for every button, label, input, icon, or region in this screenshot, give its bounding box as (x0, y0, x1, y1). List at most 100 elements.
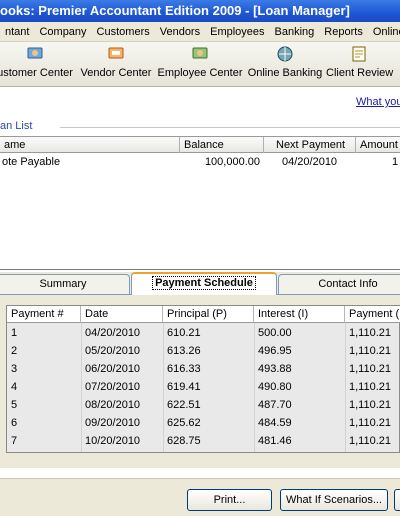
col-interest-header[interactable]: Interest (I) (254, 306, 345, 323)
payment-interest: 484.59 (258, 417, 292, 429)
payment-num: 1 (11, 327, 18, 339)
schedule-row[interactable]: 7 10/20/2010 628.75 481.46 1,110.21 (7, 432, 400, 450)
payment-total: 1,110.21 (349, 399, 392, 411)
payment-principal: 619.41 (167, 381, 201, 393)
payment-date: 04/20/2010 (85, 327, 141, 339)
tab-contact-info[interactable]: Contact Info (278, 274, 400, 294)
tab-strip: Summary Payment Schedule Contact Info (0, 272, 400, 295)
partial-button[interactable] (394, 489, 400, 511)
loan-list-title: an List (0, 120, 37, 132)
payment-interest: 487.70 (258, 399, 292, 411)
payment-principal: 628.75 (167, 435, 201, 447)
loan-list-divider (60, 127, 400, 128)
col-amount-header[interactable]: Amount (356, 137, 400, 153)
menu-bar: ntant Company Customers Vendors Employees Ban… (0, 22, 400, 42)
schedule-row[interactable]: 2 05/20/2010 613.26 496.95 1,110.21 (7, 342, 400, 360)
menu-company[interactable]: Company (34, 22, 91, 41)
col-principal-header[interactable]: Principal (P) (163, 306, 254, 323)
tab-summary-label: Summary (39, 278, 87, 290)
schedule-row[interactable]: 3 06/20/2010 616.33 493.88 1,110.21 (7, 360, 400, 378)
tab-payment-schedule-label: Payment Schedule (152, 276, 256, 290)
payment-num: 4 (11, 381, 18, 393)
payment-date: 08/20/2010 (85, 399, 141, 411)
online-banking-icon (277, 46, 293, 62)
schedule-row[interactable]: 4 07/20/2010 619.41 490.80 1,110.21 (7, 378, 400, 396)
loan-name: ote Payable (2, 156, 61, 168)
menu-employees[interactable]: Employees (205, 22, 269, 41)
col-date-header[interactable]: Date (81, 306, 163, 323)
loan-balance: 100,000.00 (204, 156, 260, 168)
payment-total: 1,110.21 (349, 327, 392, 339)
menu-reports[interactable]: Reports (319, 22, 368, 41)
payment-interest: 496.95 (258, 345, 292, 357)
payment-date: 09/20/2010 (85, 417, 141, 429)
customer-center-button[interactable]: ustomer Center (0, 45, 76, 85)
payment-principal: 613.26 (167, 345, 201, 357)
vendor-center-label: Vendor Center (80, 67, 152, 79)
menu-online-services[interactable]: Online Ser (368, 22, 400, 41)
window-title: ooks: Premier Accountant Edition 2009 - … (0, 3, 350, 18)
window-title-bar[interactable]: ooks: Premier Accountant Edition 2009 - … (0, 0, 400, 22)
employee-center-icon (192, 47, 208, 59)
payment-total: 1,110.21 (349, 417, 392, 429)
tab-contact-info-label: Contact Info (318, 278, 378, 290)
what-you-link[interactable]: What you (356, 96, 400, 108)
menu-customers[interactable]: Customers (92, 22, 155, 41)
tab-summary[interactable]: Summary (0, 274, 130, 294)
payment-total: 1,110.21 (349, 345, 392, 357)
col-name-header[interactable]: ame (0, 137, 180, 153)
client-review-button[interactable]: Client Review (326, 45, 394, 85)
payment-date: 07/20/2010 (85, 381, 141, 393)
col-balance-header[interactable]: Balance (180, 137, 264, 153)
online-banking-button[interactable]: Online Banking (247, 45, 323, 85)
schedule-row[interactable]: 1 04/20/2010 610.21 500.00 1,110.21 (7, 324, 400, 342)
schedule-row[interactable]: 6 09/20/2010 625.62 484.59 1,110.21 (7, 414, 400, 432)
payment-principal: 622.51 (167, 399, 201, 411)
payment-num: 7 (11, 435, 18, 447)
menu-vendors[interactable]: Vendors (155, 22, 205, 41)
payment-interest: 500.00 (258, 327, 292, 339)
what-if-scenarios-button[interactable]: What If Scenarios... (280, 489, 388, 511)
loan-row[interactable]: ote Payable 100,000.00 04/20/2010 1 (0, 154, 400, 170)
col-payment-num-header[interactable]: Payment # (7, 306, 81, 323)
loan-list-header: ame Balance Next Payment Amount (0, 137, 400, 153)
menu-accountant[interactable]: ntant (0, 22, 34, 41)
payment-num: 2 (11, 345, 18, 357)
customer-center-label: ustomer Center (0, 67, 73, 79)
vendor-center-icon (108, 47, 124, 59)
bottom-button-bar: Print... What If Scenarios... (0, 478, 400, 516)
payment-total: 1,110.21 (349, 381, 392, 393)
loan-list-grid: ame Balance Next Payment Amount ote Paya… (0, 136, 400, 270)
payment-principal: 616.33 (167, 363, 201, 375)
col-next-payment-header[interactable]: Next Payment (264, 137, 356, 153)
payment-num: 5 (11, 399, 18, 411)
payment-interest: 493.88 (258, 363, 292, 375)
payment-date: 06/20/2010 (85, 363, 141, 375)
payment-total: 1,110.21 (349, 435, 392, 447)
menu-banking[interactable]: Banking (270, 22, 320, 41)
schedule-row[interactable]: 5 08/20/2010 622.51 487.70 1,110.21 (7, 396, 400, 414)
payment-principal: 610.21 (167, 327, 201, 339)
col-payment-header[interactable]: Payment (P (345, 306, 400, 323)
payment-principal: 625.62 (167, 417, 201, 429)
payment-schedule-table: Payment # Date Principal (P) Interest (I… (6, 305, 400, 453)
loan-amount: 1 (392, 156, 399, 168)
payment-schedule-panel: Payment # Date Principal (P) Interest (I… (0, 294, 400, 468)
payment-date: 10/20/2010 (85, 435, 141, 447)
tab-payment-schedule[interactable]: Payment Schedule (131, 272, 277, 295)
client-review-label: Client Review (326, 67, 394, 79)
payment-num: 3 (11, 363, 18, 375)
customer-center-icon (27, 47, 43, 59)
payment-num: 6 (11, 417, 18, 429)
loan-next-payment: 04/20/2010 (282, 156, 338, 168)
online-banking-label: Online Banking (247, 67, 323, 79)
payment-interest: 481.46 (258, 435, 292, 447)
payment-date: 05/20/2010 (85, 345, 141, 357)
client-review-icon (352, 46, 366, 62)
employee-center-button[interactable]: Employee Center (157, 45, 243, 85)
employee-center-label: Employee Center (157, 67, 243, 79)
print-button[interactable]: Print... (187, 489, 272, 511)
payment-total: 1,110.21 (349, 363, 392, 375)
payment-interest: 490.80 (258, 381, 292, 393)
vendor-center-button[interactable]: Vendor Center (80, 45, 152, 85)
